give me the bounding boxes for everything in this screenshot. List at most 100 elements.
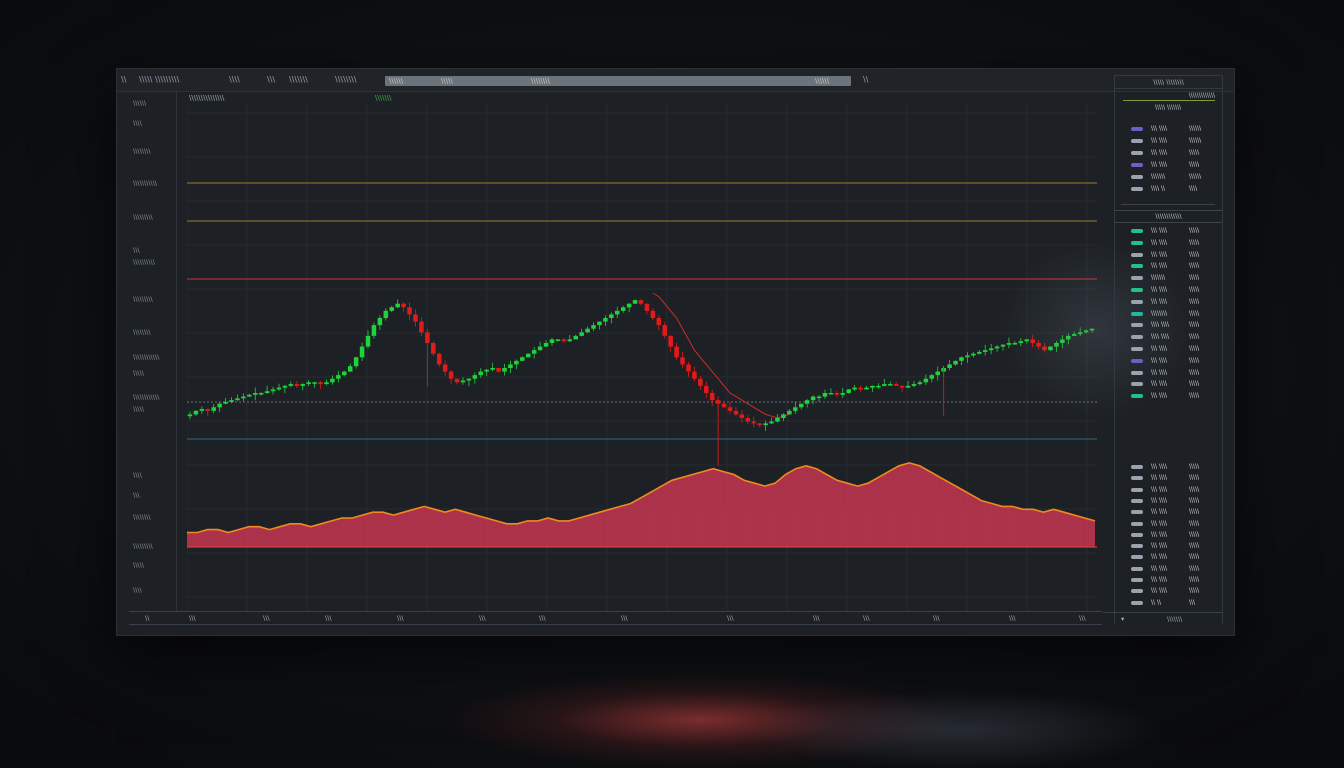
side-indicator	[1131, 487, 1143, 492]
side-indicator	[1131, 555, 1143, 560]
candle-up	[846, 389, 851, 393]
side-indicator	[1131, 476, 1143, 481]
order-row[interactable]: \\\ \\\\ \\\\\	[1119, 473, 1219, 483]
candle-up	[187, 414, 193, 417]
order-row[interactable]: \\\ \\\\ \\\\\	[1119, 391, 1219, 401]
order-row[interactable]: \\\ \\\\ \\\\\	[1119, 226, 1219, 236]
order-price: \\\ \\\\	[1151, 125, 1168, 132]
side-indicator	[1131, 544, 1143, 549]
chart-symbol-label: \\\\\\\\\\\\\\\	[189, 94, 225, 102]
order-price: \\\ \\\\	[1151, 356, 1168, 364]
candle-down	[638, 300, 644, 304]
order-row[interactable]: \\\ \\\\ \\\\\	[1119, 148, 1219, 158]
order-row[interactable]: \\\ \\\\ \\\\\	[1119, 586, 1219, 596]
order-row[interactable]: \\\ \\\\ \\\\\	[1119, 496, 1219, 506]
order-row[interactable]: \\\ \\\\ \\\\\	[1119, 261, 1219, 271]
side-indicator	[1131, 465, 1143, 469]
order-size: \\\\\	[1189, 564, 1200, 572]
order-row[interactable]: \\\ \\\\ \\\\\\	[1119, 136, 1219, 146]
candle-up	[1054, 343, 1059, 347]
candle-down	[436, 353, 442, 365]
time-label: \\\	[621, 614, 628, 622]
axis-label: \\\\\\\\	[133, 147, 151, 155]
candle-up	[514, 360, 519, 365]
side-indicator	[1131, 382, 1143, 387]
order-row[interactable]: \\\ \\\\ \\\\\	[1119, 297, 1219, 307]
order-row[interactable]: \\\ \\\\ \\\\\	[1119, 552, 1219, 562]
order-row[interactable]: \\\\ \\ \\\\	[1119, 184, 1219, 194]
order-size: \\\\\	[1189, 496, 1200, 504]
search-input[interactable]: \\\\\\ \\\\\ \\\\\\\\ \\\\\\	[385, 76, 851, 86]
order-row[interactable]: \\\ \\\\ \\\\\	[1119, 462, 1219, 472]
menu-icon[interactable]: \\	[121, 75, 126, 85]
order-size: \\\\\\	[1189, 173, 1202, 180]
candle-up	[781, 414, 786, 418]
order-size: \\\	[1189, 598, 1196, 606]
order-row[interactable]: \\\ \\\\ \\\\\	[1119, 575, 1219, 585]
candle-up	[324, 382, 329, 385]
volume-fill	[187, 462, 1095, 547]
order-row[interactable]: \\\ \\\\ \\\\\	[1119, 160, 1219, 170]
candle-down	[899, 385, 905, 388]
order-row[interactable]: \\\ \\\\ \\\\\	[1119, 285, 1219, 295]
candle-up	[804, 400, 810, 404]
candle-up	[852, 387, 857, 390]
order-row[interactable]: \\\\ \\\\ \\\\\	[1119, 332, 1219, 342]
toolbar-symbol[interactable]: \\\\\ \\\\\\\\\	[139, 75, 179, 85]
axis-label: \\\\\\\\	[133, 328, 151, 336]
order-price: \\\ \\\\	[1151, 368, 1168, 376]
axis-label: \\\\	[133, 119, 142, 127]
candle-up	[312, 382, 317, 384]
order-row[interactable]: \\\ \\\\ \\\\\	[1119, 507, 1219, 517]
toolbar-templates[interactable]: \\\\\\\\	[335, 75, 357, 85]
candle-up	[870, 385, 875, 388]
side-indicator	[1131, 335, 1143, 340]
toolbar-compare[interactable]: \\\\\\\	[289, 75, 308, 85]
order-price: \\\\ \\\\	[1151, 321, 1170, 329]
order-row[interactable]: \\\ \\\\ \\\\\\	[1119, 124, 1219, 134]
price-chart[interactable]	[187, 103, 1099, 611]
order-row[interactable]: \\\\ \\\\ \\\\\	[1119, 320, 1219, 330]
axis-label: \\\\	[133, 471, 142, 479]
order-row[interactable]: \\\ \\\\ \\\\\	[1119, 530, 1219, 540]
side-indicator	[1131, 358, 1143, 363]
candle-up	[1048, 346, 1053, 351]
toolbar-indicators[interactable]: \\\	[267, 75, 275, 85]
time-label: \\\	[539, 614, 546, 622]
order-row[interactable]: \\\ \\\\ \\\\\	[1119, 519, 1219, 529]
toolbar-settings-icon[interactable]: \\	[863, 75, 868, 85]
order-row[interactable]: \\\ \\\\ \\\\\	[1119, 368, 1219, 378]
trading-monitor: \\ \\\\\ \\\\\\\\\ \\\\ \\\ \\\\\\\ \\\\…	[116, 68, 1235, 636]
order-row[interactable]: \\\ \\\\ \\\\\	[1119, 344, 1219, 354]
chevron-icon[interactable]: ▾	[1121, 613, 1124, 625]
order-row[interactable]: \\\\\\\ \\\\\	[1119, 273, 1219, 283]
order-price: \\\ \\\\	[1151, 286, 1168, 293]
order-row[interactable]: \\\\\\\\\\\\\	[1119, 309, 1219, 319]
candle-up	[217, 403, 222, 408]
candle-up	[258, 393, 264, 395]
order-row[interactable]: \\\ \\\\ \\\\\	[1119, 541, 1219, 551]
order-row[interactable]: \\\ \\\\ \\\\\	[1119, 238, 1219, 248]
order-price: \\\ \\\\	[1151, 553, 1168, 561]
order-row[interactable]: \\\ \\\\ \\\\\	[1119, 356, 1219, 366]
toolbar-interval[interactable]: \\\\	[229, 75, 240, 85]
order-book-subtitle: \\\\\ \\\\\\\	[1155, 104, 1182, 111]
candle-up	[810, 396, 816, 401]
candle-up	[828, 393, 834, 395]
order-row[interactable]: \\\\\\\\\\\\\	[1119, 172, 1219, 182]
candle-up	[905, 385, 911, 388]
candle-down	[318, 382, 323, 385]
order-row[interactable]: \\ \\ \\\	[1119, 598, 1219, 608]
time-label: \\	[145, 614, 150, 622]
candle-up	[1066, 335, 1071, 340]
order-row[interactable]: \\\ \\\\ \\\\\	[1119, 485, 1219, 495]
order-book-footer: ▾ \\\\\\\	[1103, 612, 1222, 625]
order-row[interactable]: \\\ \\\\ \\\\\	[1119, 250, 1219, 260]
order-row[interactable]: \\\ \\\\ \\\\\	[1119, 379, 1219, 389]
order-price: \\\ \\\\	[1151, 542, 1168, 550]
candle-up	[567, 339, 573, 342]
order-row[interactable]: \\\ \\\\ \\\\\	[1119, 564, 1219, 574]
order-price: \\\ \\\\	[1151, 380, 1168, 388]
order-size: \\\\\\	[1189, 137, 1202, 144]
order-price: \\\ \\\\	[1151, 161, 1168, 168]
